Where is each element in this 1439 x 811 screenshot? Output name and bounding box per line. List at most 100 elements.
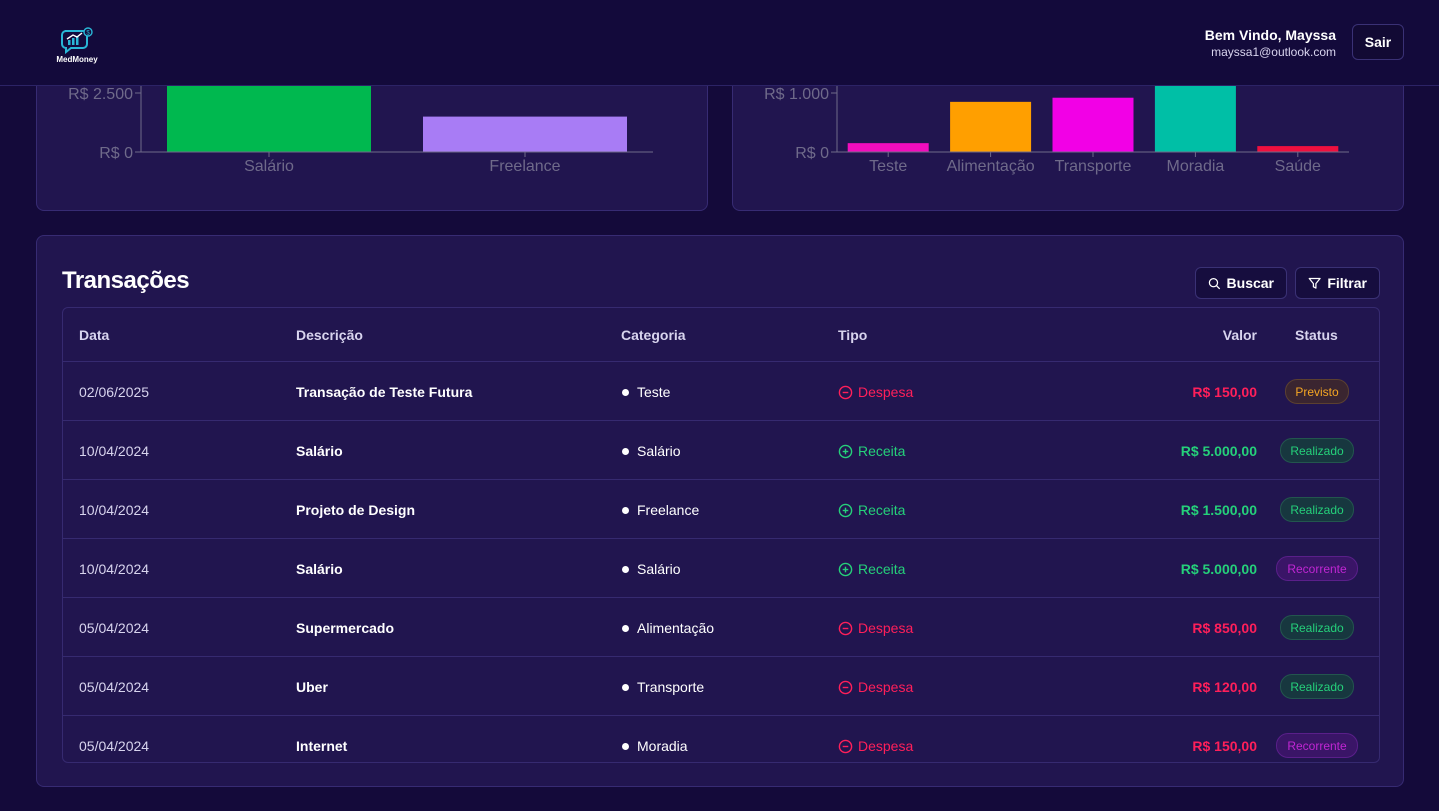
row-type: Despesa: [838, 383, 913, 401]
user-greeting: Bem Vindo, Mayssa: [1204, 27, 1336, 43]
row-category: Salário: [622, 560, 681, 578]
row-type: Despesa: [838, 678, 913, 696]
category-dot-icon: [622, 447, 629, 455]
logout-button[interactable]: Sair: [1352, 24, 1404, 60]
row-type: Despesa: [838, 737, 913, 755]
x-tick-label: Transporte: [1055, 158, 1132, 175]
row-type-label: Receita: [858, 502, 906, 518]
row-date: 10/04/2024: [79, 443, 150, 459]
minus-circle-icon: [838, 385, 853, 399]
row-date: 10/04/2024: [79, 502, 150, 518]
x-tick-label: Saúde: [1275, 158, 1321, 175]
user-info: Bem Vindo, Mayssa mayssa1@outlook.com: [1205, 27, 1336, 61]
table-row[interactable]: 05/04/2024 Uber Transporte Despesa R$ 120,00…: [63, 657, 1379, 716]
logo-text: MedMoney: [56, 55, 98, 64]
chart-bar[interactable]: [1257, 146, 1339, 152]
category-dot-icon: [622, 506, 629, 514]
transactions-card: Transações Buscar Filtrar Data Descrição…: [36, 235, 1404, 787]
table-row[interactable]: 02/06/2025 Transação de Teste Futura Teste…: [63, 362, 1379, 421]
table-row[interactable]: 05/04/2024 Internet Moradia Despesa R$ 150,0…: [63, 716, 1379, 762]
row-category-label: Alimentação: [637, 620, 715, 636]
status-badge: Previsto: [1285, 379, 1349, 404]
row-category-label: Moradia: [637, 738, 688, 754]
search-button[interactable]: Buscar: [1195, 267, 1287, 299]
category-dot-icon: [622, 683, 629, 691]
row-value: R$ 120,00: [1192, 679, 1257, 695]
search-icon: [1208, 277, 1220, 289]
table-row[interactable]: 05/04/2024 Supermercado Alimentação Despesa…: [63, 598, 1379, 657]
row-date: 05/04/2024: [79, 679, 150, 695]
row-category-label: Teste: [637, 384, 671, 400]
row-category-label: Salário: [637, 561, 681, 577]
row-category: Salário: [622, 442, 681, 460]
column-header-type[interactable]: Tipo: [838, 327, 867, 343]
table-header: Data Descrição Categoria Tipo Valor Stat…: [63, 308, 1379, 362]
user-email: mayssa1@outlook.com: [1211, 45, 1336, 59]
table-row[interactable]: 10/04/2024 Projeto de Design Freelance Rece…: [63, 480, 1379, 539]
status-badge: Recorrente: [1276, 733, 1358, 758]
row-date: 05/04/2024: [79, 620, 150, 636]
row-category: Alimentação: [622, 619, 714, 637]
category-dot-icon: [622, 565, 629, 573]
chart-bar[interactable]: [950, 101, 1032, 152]
row-type: Despesa: [838, 619, 913, 637]
row-date: 02/06/2025: [79, 384, 150, 400]
row-type: Receita: [838, 501, 905, 519]
row-description: Projeto de Design: [296, 502, 416, 518]
plus-circle-icon: [838, 503, 853, 517]
column-header-value[interactable]: Valor: [1223, 327, 1257, 343]
row-type-label: Despesa: [858, 679, 914, 695]
status-badge: Realizado: [1280, 438, 1354, 463]
row-value: R$ 1.500,00: [1180, 502, 1257, 518]
row-type-label: Despesa: [858, 384, 914, 400]
minus-circle-icon: [838, 739, 853, 753]
plus-circle-icon: [838, 562, 853, 576]
row-category-label: Freelance: [637, 502, 700, 518]
app-header: $ MedMoney Bem Vindo, Mayssa mayssa1@out…: [0, 0, 1439, 86]
table-row[interactable]: 10/04/2024 Salário Salário Receita R$ 5.000,…: [63, 421, 1379, 480]
chart-bar[interactable]: [1052, 97, 1134, 152]
status-badge: Realizado: [1280, 674, 1354, 699]
category-dot-icon: [622, 624, 629, 632]
status-badge: Recorrente: [1276, 556, 1358, 581]
category-dot-icon: [622, 388, 629, 396]
plus-circle-icon: [838, 444, 853, 458]
chart-bar[interactable]: [847, 143, 929, 152]
y-tick-label: R$ 2.500: [68, 86, 133, 103]
row-type: Receita: [838, 560, 905, 578]
row-value: R$ 5.000,00: [1180, 561, 1257, 577]
chart-bar[interactable]: [423, 116, 627, 152]
transactions-title: Transações: [62, 267, 190, 294]
row-type-label: Receita: [858, 443, 906, 459]
app-logo[interactable]: $ MedMoney: [52, 27, 102, 67]
row-description: Salário: [296, 561, 343, 577]
y-tick-label: R$ 0: [795, 145, 829, 162]
y-tick-label: R$ 0: [99, 145, 133, 162]
row-category-label: Transporte: [637, 679, 705, 695]
row-date: 05/04/2024: [79, 738, 150, 754]
row-category: Moradia: [622, 737, 688, 755]
table-row[interactable]: 10/04/2024 Salário Salário Receita R$ 5.000,…: [63, 539, 1379, 598]
x-tick-label: Salário: [244, 158, 294, 175]
column-header-category[interactable]: Categoria: [621, 327, 686, 343]
y-tick-label: R$ 1.000: [764, 86, 829, 103]
minus-circle-icon: [838, 680, 853, 694]
row-category: Freelance: [622, 501, 699, 519]
row-type-label: Receita: [858, 561, 906, 577]
logo-icon: $: [61, 27, 93, 55]
column-header-status[interactable]: Status: [1295, 327, 1338, 343]
x-tick-label: Freelance: [489, 158, 560, 175]
row-value: R$ 150,00: [1192, 384, 1257, 400]
row-date: 10/04/2024: [79, 561, 150, 577]
row-type-label: Despesa: [858, 738, 914, 754]
x-tick-label: Teste: [869, 158, 907, 175]
row-value: R$ 850,00: [1192, 620, 1257, 636]
column-header-description[interactable]: Descrição: [296, 327, 363, 343]
chart-bar[interactable]: [1154, 84, 1236, 152]
filter-button[interactable]: Filtrar: [1295, 267, 1380, 299]
transactions-table: Data Descrição Categoria Tipo Valor Stat…: [62, 307, 1380, 763]
row-category: Transporte: [622, 678, 704, 696]
status-badge: Realizado: [1280, 615, 1354, 640]
column-header-date[interactable]: Data: [79, 327, 109, 343]
row-description: Supermercado: [296, 620, 395, 636]
